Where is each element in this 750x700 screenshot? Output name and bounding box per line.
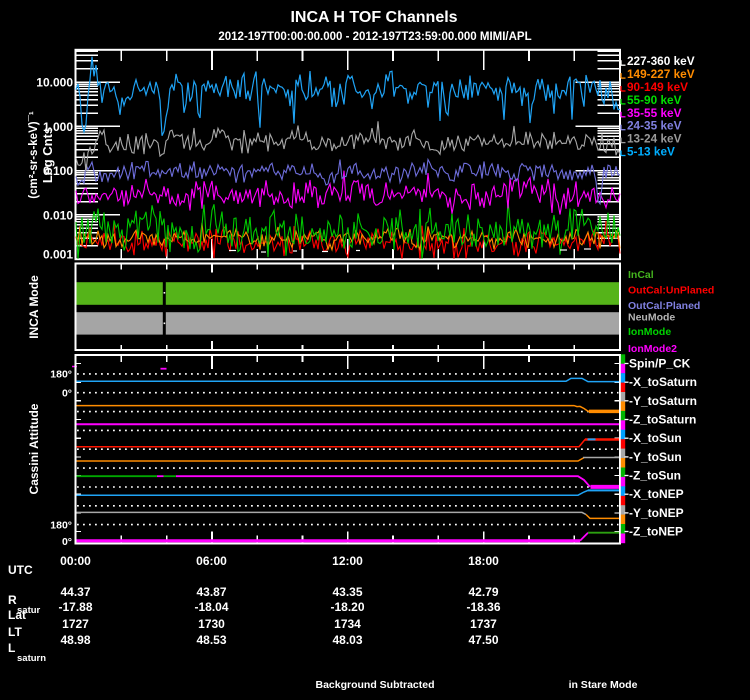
svg-text:saturn: saturn [17, 653, 46, 664]
svg-text:R: R [8, 593, 17, 607]
svg-text:48.03: 48.03 [332, 633, 362, 647]
svg-text:(cm²-sr-s-keV)¯¹: (cm²-sr-s-keV)¯¹ [28, 111, 40, 199]
svg-text:43.87: 43.87 [196, 585, 226, 599]
svg-text:1737: 1737 [470, 617, 497, 631]
svg-text:-Z_toNEP: -Z_toNEP [629, 525, 683, 539]
svg-text:0.010: 0.010 [43, 208, 73, 222]
svg-text:L: L [8, 641, 15, 655]
svg-text:-18.36: -18.36 [466, 600, 500, 614]
svg-text:13-24 keV: 13-24 keV [627, 132, 682, 146]
svg-text:180°: 180° [50, 369, 72, 381]
svg-text:00:00: 00:00 [60, 554, 91, 568]
svg-text:Spin/P_CK: Spin/P_CK [629, 357, 691, 371]
svg-text:IonMode: IonMode [628, 326, 671, 338]
svg-text:55-90 keV: 55-90 keV [627, 93, 682, 107]
svg-text:1730: 1730 [198, 617, 225, 631]
svg-text:-Y_toSaturn: -Y_toSaturn [629, 394, 697, 408]
svg-text:1734: 1734 [334, 617, 361, 631]
svg-text:OutCal:UnPlaned: OutCal:UnPlaned [628, 285, 714, 297]
svg-text:0°: 0° [62, 536, 72, 548]
svg-text:OutCal:Planed: OutCal:Planed [628, 300, 700, 312]
svg-text:2012-197T00:00:00.000 - 2012-1: 2012-197T00:00:00.000 - 2012-197T23:59:0… [218, 31, 531, 43]
svg-text:NeuMode: NeuMode [628, 311, 675, 323]
svg-text:in Stare Mode: in Stare Mode [569, 679, 638, 691]
svg-text:0°: 0° [62, 387, 72, 399]
svg-text:24-35 keV: 24-35 keV [627, 119, 682, 133]
svg-text:227-360 keV: 227-360 keV [627, 54, 695, 68]
svg-text:UTC: UTC [8, 563, 33, 577]
svg-text:90-149 keV: 90-149 keV [627, 80, 688, 94]
svg-text:-X_toSaturn: -X_toSaturn [629, 375, 697, 389]
svg-text:Cassini Attitude: Cassini Attitude [27, 403, 41, 494]
svg-text:Background Subtracted: Background Subtracted [315, 679, 434, 691]
svg-text:InCal: InCal [628, 269, 654, 281]
svg-text:-Z_toSun: -Z_toSun [629, 469, 681, 483]
svg-text:43.35: 43.35 [332, 585, 362, 599]
svg-text:06:00: 06:00 [196, 554, 227, 568]
svg-text:180°: 180° [50, 519, 72, 531]
svg-text:-Y_toNEP: -Y_toNEP [629, 506, 684, 520]
svg-text:1727: 1727 [62, 617, 89, 631]
svg-text:149-227 keV: 149-227 keV [627, 67, 695, 81]
svg-text:35-55 keV: 35-55 keV [627, 106, 682, 120]
svg-text:48.98: 48.98 [60, 633, 90, 647]
svg-text:42.79: 42.79 [468, 585, 498, 599]
svg-text:-18.20: -18.20 [330, 600, 364, 614]
svg-text:Log Cnts: Log Cnts [40, 127, 55, 183]
svg-text:48.53: 48.53 [196, 633, 226, 647]
svg-text:-Y_toSun: -Y_toSun [629, 450, 682, 464]
svg-text:12:00: 12:00 [332, 554, 363, 568]
svg-text:IonMode2: IonMode2 [628, 343, 677, 355]
svg-text:10.000: 10.000 [36, 76, 73, 90]
svg-text:-17.88: -17.88 [58, 600, 92, 614]
svg-text:5-13 keV: 5-13 keV [627, 145, 675, 159]
svg-text:Lat: Lat [8, 608, 26, 622]
svg-text:0.001: 0.001 [43, 248, 73, 262]
svg-text:INCA Mode: INCA Mode [27, 275, 41, 339]
svg-text:-Z_toSaturn: -Z_toSaturn [629, 413, 696, 427]
svg-text:LT: LT [8, 625, 22, 639]
svg-text:47.50: 47.50 [468, 633, 498, 647]
svg-text:18:00: 18:00 [468, 554, 499, 568]
svg-text:-18.04: -18.04 [194, 600, 228, 614]
svg-text:INCA H TOF Channels: INCA H TOF Channels [290, 9, 457, 26]
svg-text:44.37: 44.37 [60, 585, 90, 599]
svg-text:-X_toSun: -X_toSun [629, 431, 682, 445]
svg-text:-X_toNEP: -X_toNEP [629, 487, 684, 501]
